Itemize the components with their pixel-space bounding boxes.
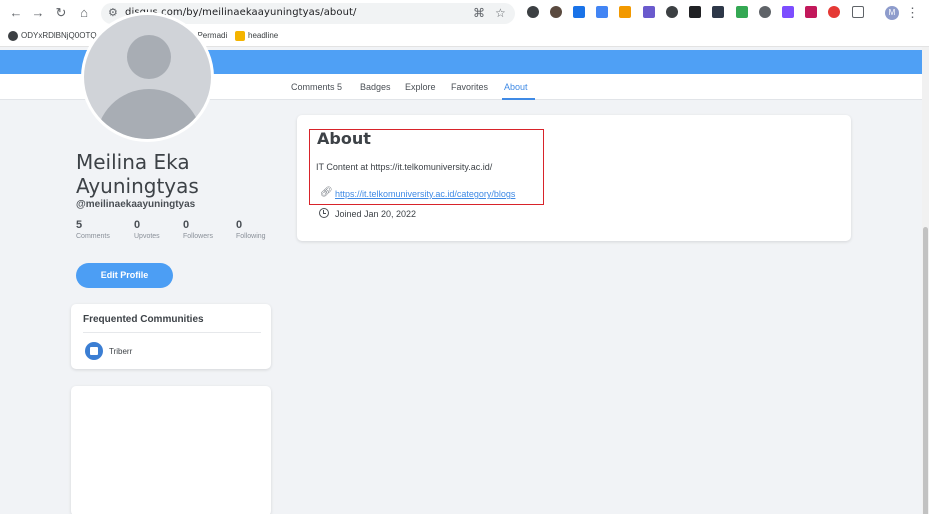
menu-kebab-icon[interactable]: ⋮: [906, 5, 919, 21]
extension-icon[interactable]: [782, 6, 794, 18]
profile-avatar-icon[interactable]: M: [885, 6, 899, 20]
back-arrow-icon[interactable]: ←: [8, 5, 24, 21]
avatar-body-shape: [96, 89, 202, 139]
tab-explore[interactable]: Explore: [405, 82, 436, 92]
avatar-head-shape: [127, 35, 171, 79]
extension-icon[interactable]: [666, 6, 678, 18]
community-icon[interactable]: [85, 342, 103, 360]
extensions-puzzle-icon[interactable]: [852, 6, 864, 18]
scrollbar-thumb[interactable]: [923, 227, 928, 514]
stat-label: Following: [236, 233, 266, 240]
highlight-annotation-box: [309, 129, 544, 205]
bookmark-item[interactable]: ODYxRDlBNjQ0OTQ...: [8, 31, 103, 41]
extension-icon[interactable]: [828, 6, 840, 18]
extension-icon[interactable]: [712, 6, 724, 18]
extension-icon[interactable]: [759, 6, 771, 18]
joined-date: Joined Jan 20, 2022: [335, 209, 417, 219]
stat-following[interactable]: 0 Following: [236, 219, 296, 240]
extension-icon[interactable]: [573, 6, 585, 18]
stat-label: Comments: [76, 233, 110, 240]
folder-icon: [235, 31, 245, 41]
extension-icon[interactable]: [689, 6, 701, 18]
stat-followers[interactable]: 0 Followers: [183, 219, 243, 240]
profile-handle: @meilinaekaayuningtyas: [76, 199, 196, 210]
tab-comments[interactable]: Comments 5: [291, 82, 342, 92]
clock-icon: [319, 208, 329, 218]
extension-icon[interactable]: [550, 6, 562, 18]
bookmark-star-icon[interactable]: ☆: [495, 6, 506, 20]
translate-icon[interactable]: ⌘: [473, 6, 485, 20]
avatar: [81, 12, 214, 142]
edit-profile-button[interactable]: Edit Profile: [76, 263, 173, 288]
about-card: About IT Content at https://it.telkomuni…: [297, 115, 851, 241]
community-icon-glyph: [90, 347, 98, 355]
divider: [83, 332, 261, 333]
communities-title: Frequented Communities: [83, 314, 204, 325]
home-icon[interactable]: ⌂: [76, 5, 92, 21]
profile-name: Meilina Eka Ayuningtyas: [76, 150, 199, 198]
stat-value: 5: [76, 219, 83, 231]
active-tab-indicator: [502, 98, 535, 100]
tab-about[interactable]: About: [504, 82, 528, 92]
stat-value: 0: [236, 219, 243, 231]
community-name[interactable]: Triberr: [109, 347, 132, 356]
stat-value: 0: [183, 219, 190, 231]
extension-icon[interactable]: [805, 6, 817, 18]
communities-card: Frequented Communities Triberr: [71, 304, 271, 369]
bookmark-item[interactable]: headline: [235, 31, 278, 41]
page-scrollbar[interactable]: [922, 47, 929, 514]
stat-comments[interactable]: 5 Comments: [76, 219, 136, 240]
extension-icon[interactable]: [527, 6, 539, 18]
extension-icon[interactable]: [643, 6, 655, 18]
forward-arrow-icon[interactable]: →: [30, 5, 46, 21]
tab-badges[interactable]: Badges: [360, 82, 391, 92]
reload-icon[interactable]: ↻: [53, 5, 69, 21]
rss-icon[interactable]: [619, 6, 631, 18]
extension-icon[interactable]: [736, 6, 748, 18]
extension-icon[interactable]: [596, 6, 608, 18]
stat-label: Followers: [183, 233, 213, 240]
sidebar-empty-card: [71, 386, 271, 514]
site-settings-icon[interactable]: ⚙: [108, 6, 118, 19]
tab-favorites[interactable]: Favorites: [451, 82, 488, 92]
globe-icon: [8, 31, 18, 41]
